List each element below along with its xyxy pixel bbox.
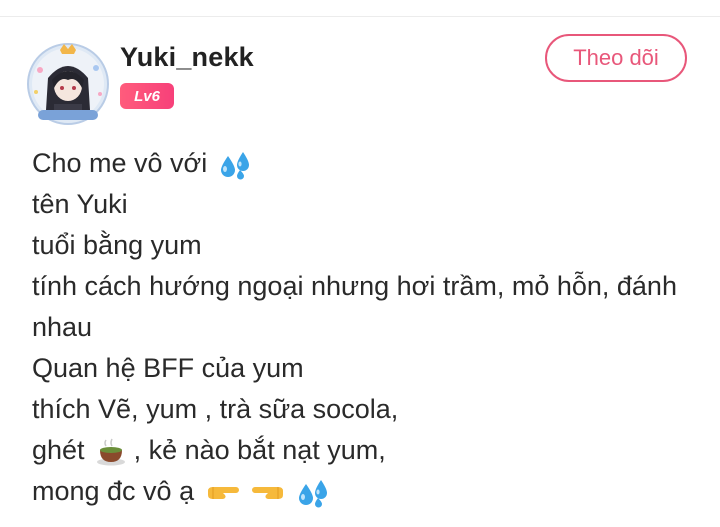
post-line: nhau: [32, 312, 93, 342]
post-body: Cho me vô với tên Yuki tuổi bằng yum tín…: [32, 143, 702, 512]
post-line-text: , kẻ nào bắt nạt yum,: [133, 435, 386, 465]
hand-pointing-left-icon: [251, 481, 285, 505]
post-line: mong đc vô ạ: [32, 471, 702, 512]
hot-beverage-icon: [96, 438, 126, 466]
top-divider: [0, 16, 720, 17]
post-line: thích Vẽ, yum , trà sữa socola,: [32, 394, 399, 424]
username[interactable]: Yuki_nekk: [120, 42, 254, 73]
hand-pointing-right-icon: [206, 481, 240, 505]
post-line: Cho me vô với: [32, 143, 702, 184]
sweat-droplets-icon: [219, 150, 253, 180]
sweat-droplets-icon: [297, 478, 331, 508]
post-line-text: Cho me vô với: [32, 148, 208, 178]
post-line-text: ghét: [32, 435, 85, 465]
level-badge: Lv6: [120, 83, 174, 109]
post-line: tên Yuki: [32, 189, 128, 219]
post-line: Quan hệ BFF của yum: [32, 353, 304, 383]
post-line-text: mong đc vô ạ: [32, 476, 195, 506]
post-line: ghét , kẻ nào bắt nạt yum,: [32, 430, 702, 471]
avatar[interactable]: [24, 40, 112, 128]
follow-button[interactable]: Theo dõi: [545, 34, 687, 82]
post-line: tuổi bằng yum: [32, 230, 202, 260]
post-line: tính cách hướng ngoại nhưng hơi trầm, mỏ…: [32, 271, 677, 301]
